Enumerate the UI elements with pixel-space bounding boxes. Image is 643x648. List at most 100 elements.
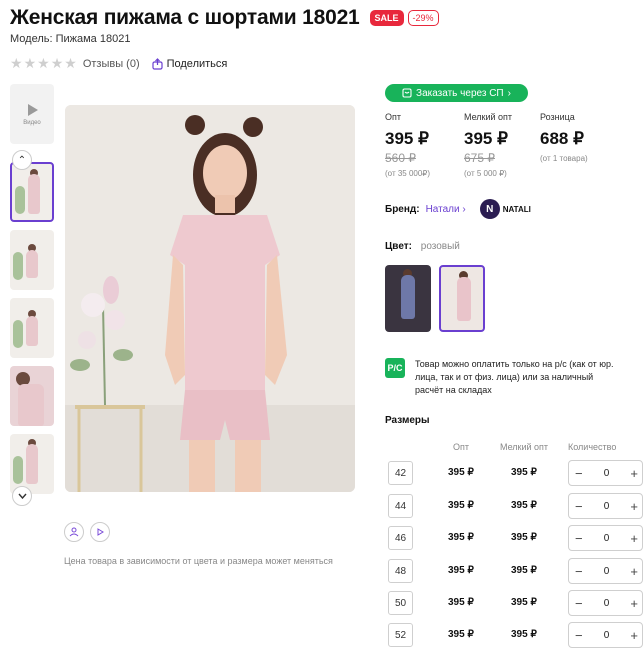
rating-row: ★ ★ ★ ★ ★ Отзывы (0) Поделиться xyxy=(10,55,227,72)
size-row: 48 395 ₽ 395 ₽ − 0 + xyxy=(388,558,643,585)
price-note: Цена товара в зависимости от цвета и раз… xyxy=(64,556,333,566)
plus-button[interactable]: + xyxy=(630,499,638,514)
main-product-photo[interactable] xyxy=(65,105,355,492)
size-price-small-opt: 395 ₽ xyxy=(511,629,537,640)
size-price-small-opt: 395 ₽ xyxy=(511,597,537,608)
thumb-plant xyxy=(15,186,25,214)
price-value: 688 ₽ xyxy=(540,129,584,148)
thumbnails-down-button[interactable] xyxy=(12,486,32,506)
plus-button[interactable]: + xyxy=(630,628,638,643)
quantity-stepper: − 0 + xyxy=(568,460,643,486)
plus-button[interactable]: + xyxy=(630,531,638,546)
size-price-small-opt: 395 ₽ xyxy=(511,532,537,543)
color-swatch-blue[interactable] xyxy=(385,265,431,332)
chevron-right-icon: › xyxy=(507,87,511,99)
share-icon xyxy=(152,57,163,70)
thumbnail-video[interactable]: Видео xyxy=(10,84,54,144)
size-price-small-opt: 395 ₽ xyxy=(511,500,537,511)
person-view-button[interactable] xyxy=(64,522,84,542)
quantity-value[interactable]: 0 xyxy=(604,630,610,641)
play-video-button[interactable] xyxy=(90,522,110,542)
thumbnail-image[interactable] xyxy=(10,434,54,494)
star-icon: ★ xyxy=(64,55,77,71)
thumbnails-up-button[interactable]: ⌃ xyxy=(12,150,32,170)
thumb-figure xyxy=(26,316,38,346)
plus-button[interactable]: + xyxy=(630,596,638,611)
minus-button[interactable]: − xyxy=(575,499,583,514)
plus-button[interactable]: + xyxy=(630,466,638,481)
thumbnail-image[interactable] xyxy=(10,366,54,426)
thumb-figure xyxy=(26,250,38,278)
color-value: розовый xyxy=(420,241,460,252)
size-label: 44 xyxy=(388,494,413,518)
minus-button[interactable]: − xyxy=(575,466,583,481)
share-button[interactable]: Поделиться xyxy=(152,57,228,70)
sizes-header-qty: Количество xyxy=(568,442,617,452)
price-old: 560 ₽ xyxy=(385,151,416,165)
price-opt: Опт 395 ₽ 560 ₽ (от 35 000₽) xyxy=(385,112,475,178)
price-note-min: (от 35 000₽) xyxy=(385,169,431,178)
sizes-header-opt: Опт xyxy=(453,442,469,452)
reviews-link[interactable]: Отзывы (0) xyxy=(83,58,140,70)
price-label: Опт xyxy=(385,112,401,122)
quantity-value[interactable]: 0 xyxy=(604,598,610,609)
brand-logo[interactable]: N xyxy=(479,199,500,219)
order-via-sp-button[interactable]: Заказать через СП › xyxy=(385,84,528,102)
play-icon xyxy=(97,528,104,536)
brand-link[interactable]: Натали › xyxy=(426,204,466,215)
quantity-stepper: − 0 + xyxy=(568,622,643,648)
price-note-min: (от 1 товара) xyxy=(540,154,588,163)
size-row: 44 395 ₽ 395 ₽ − 0 + xyxy=(388,493,643,520)
cart-icon xyxy=(402,88,412,98)
chevron-down-icon xyxy=(17,493,27,499)
size-price-opt: 395 ₽ xyxy=(448,565,474,576)
quantity-value[interactable]: 0 xyxy=(604,468,610,479)
product-title: Женская пижама с шортами 18021 xyxy=(10,6,360,29)
thumb-plant xyxy=(13,456,23,484)
brand-logo-name: NATALI xyxy=(502,204,531,214)
order-button-label: Заказать через СП xyxy=(416,87,504,99)
payment-icon: P/C xyxy=(385,358,405,378)
quantity-value[interactable]: 0 xyxy=(604,533,610,544)
size-price-opt: 395 ₽ xyxy=(448,532,474,543)
plus-button[interactable]: + xyxy=(630,564,638,579)
minus-button[interactable]: − xyxy=(575,628,583,643)
size-price-small-opt: 395 ₽ xyxy=(511,565,537,576)
size-label: 42 xyxy=(388,461,413,485)
payment-info: P/C Товар можно оплатить только на р/с (… xyxy=(385,358,615,397)
brand-label: Бренд: xyxy=(385,203,420,215)
sale-badge: SALE xyxy=(369,10,404,26)
share-label: Поделиться xyxy=(166,57,228,70)
minus-button[interactable]: − xyxy=(575,564,583,579)
thumbnail-image[interactable] xyxy=(10,162,54,222)
video-label: Видео xyxy=(23,119,41,126)
minus-button[interactable]: − xyxy=(575,531,583,546)
size-row: 52 395 ₽ 395 ₽ − 0 + xyxy=(388,622,643,648)
size-label: 52 xyxy=(388,623,413,647)
product-model: Модель: Пижама 18021 xyxy=(10,33,131,45)
swatch-figure xyxy=(401,275,415,319)
size-label: 46 xyxy=(388,526,413,550)
size-row: 50 395 ₽ 395 ₽ − 0 + xyxy=(388,590,643,617)
discount-badge: -29% xyxy=(407,10,439,26)
thumb-plant xyxy=(13,320,23,348)
quantity-value[interactable]: 0 xyxy=(604,566,610,577)
quantity-value[interactable]: 0 xyxy=(604,501,610,512)
minus-button[interactable]: − xyxy=(575,596,583,611)
person-icon xyxy=(69,527,79,537)
thumbnail-image[interactable] xyxy=(10,298,54,358)
star-icon: ★ xyxy=(23,55,37,71)
quantity-stepper: − 0 + xyxy=(568,558,643,584)
size-row: 46 395 ₽ 395 ₽ − 0 + xyxy=(388,525,643,552)
color-label: Цвет: xyxy=(385,241,412,252)
quantity-stepper: − 0 + xyxy=(568,525,643,551)
thumb-plant xyxy=(13,252,23,280)
color-swatch-pink[interactable] xyxy=(439,265,485,332)
thumbnail-image[interactable] xyxy=(10,230,54,290)
thumb-figure xyxy=(26,444,38,484)
star-icon: ★ xyxy=(10,55,23,71)
quantity-stepper: − 0 + xyxy=(568,493,643,519)
size-row: 42 395 ₽ 395 ₽ − 0 + xyxy=(388,460,643,487)
sizes-title: Размеры xyxy=(385,415,430,426)
size-label: 50 xyxy=(388,591,413,615)
